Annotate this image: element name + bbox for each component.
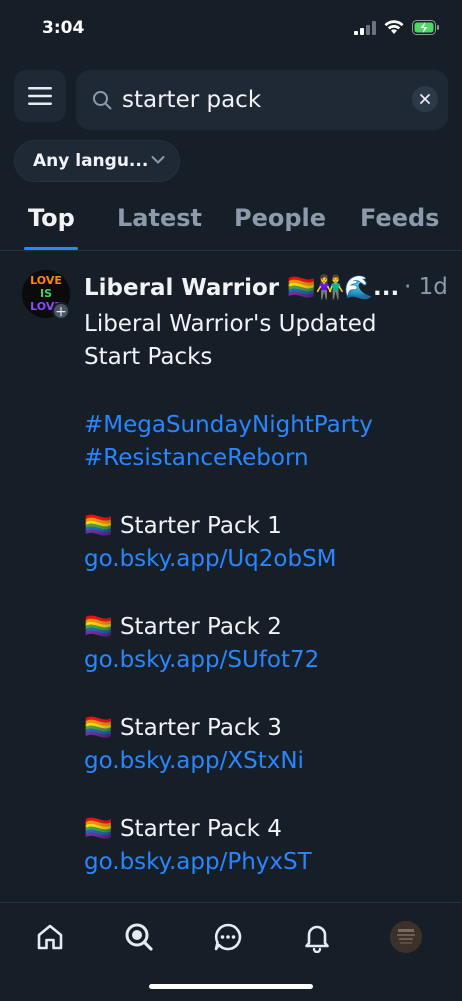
menu-button[interactable]: [14, 70, 66, 122]
tab-people[interactable]: People: [234, 204, 326, 232]
starter-pack-link[interactable]: go.bsky.app/PhyxST: [84, 846, 444, 879]
search-input[interactable]: [122, 82, 402, 118]
chevron-down-icon: [151, 156, 165, 164]
follow-plus-icon[interactable]: +: [52, 302, 70, 320]
hamburger-menu-icon: [28, 87, 52, 105]
starter-pack-link[interactable]: go.bsky.app/SUfot72: [84, 644, 444, 677]
post-author-name[interactable]: Liberal Warrior 🏳️‍🌈👫🌊...: [84, 274, 399, 301]
starter-pack-link[interactable]: go.bsky.app/XStxNi: [84, 745, 444, 778]
magnifier-icon: [93, 91, 112, 110]
cellular-signal-icon: [354, 20, 376, 35]
nav-notifications-button[interactable]: [301, 921, 333, 954]
close-icon: [420, 94, 430, 104]
post-title-line: Liberal Warrior's Updated: [84, 311, 377, 337]
post-timestamp[interactable]: · 1d: [404, 274, 448, 300]
status-bar: 3:04: [0, 0, 462, 58]
search-box[interactable]: [76, 70, 448, 130]
nav-chat-button[interactable]: [212, 921, 244, 953]
starter-pack-label: 🏳️‍🌈 Starter Pack 2: [84, 614, 282, 640]
hashtag-link[interactable]: #MegaSundayNightParty: [84, 409, 444, 442]
bell-icon: [305, 925, 329, 954]
starter-pack-label: 🏳️‍🌈 Starter Pack 3: [84, 715, 282, 741]
nav-search-button[interactable]: [123, 921, 155, 953]
starter-pack-link[interactable]: go.bsky.app/Uq2obSM: [84, 543, 444, 576]
post-title-line: Start Packs: [84, 344, 213, 370]
svg-text:LOVE: LOVE: [30, 274, 62, 287]
status-icons: [354, 20, 440, 35]
starter-pack-label: 🏳️‍🌈 Starter Pack 4: [84, 816, 282, 842]
nav-profile-avatar[interactable]: [390, 921, 422, 953]
nav-home-button[interactable]: [34, 921, 66, 953]
language-filter-dropdown[interactable]: Any langu...: [14, 140, 180, 182]
hashtag-link[interactable]: #ResistanceReborn: [84, 442, 444, 475]
active-tab-indicator: [24, 247, 78, 250]
status-time: 3:04: [42, 18, 85, 38]
svg-text:IS: IS: [40, 287, 52, 300]
tab-top[interactable]: Top: [28, 204, 75, 232]
starter-pack-label: 🏳️‍🌈 Starter Pack 1: [84, 513, 282, 539]
tab-latest[interactable]: Latest: [117, 204, 202, 232]
tab-feeds[interactable]: Feeds: [360, 204, 439, 232]
search-icon: [125, 923, 153, 951]
chat-icon: [214, 923, 242, 951]
profile-avatar-image: [390, 921, 422, 953]
wifi-icon: [384, 20, 404, 34]
home-indicator-bar[interactable]: [149, 984, 313, 989]
search-tabs: Top Latest People Feeds: [0, 196, 462, 251]
post-text: Liberal Warrior's Updated Start Packs #M…: [84, 308, 444, 879]
home-icon: [37, 924, 63, 950]
language-filter-label: Any langu...: [33, 151, 149, 171]
clear-search-button[interactable]: [412, 86, 438, 112]
battery-charging-icon: [412, 20, 439, 35]
